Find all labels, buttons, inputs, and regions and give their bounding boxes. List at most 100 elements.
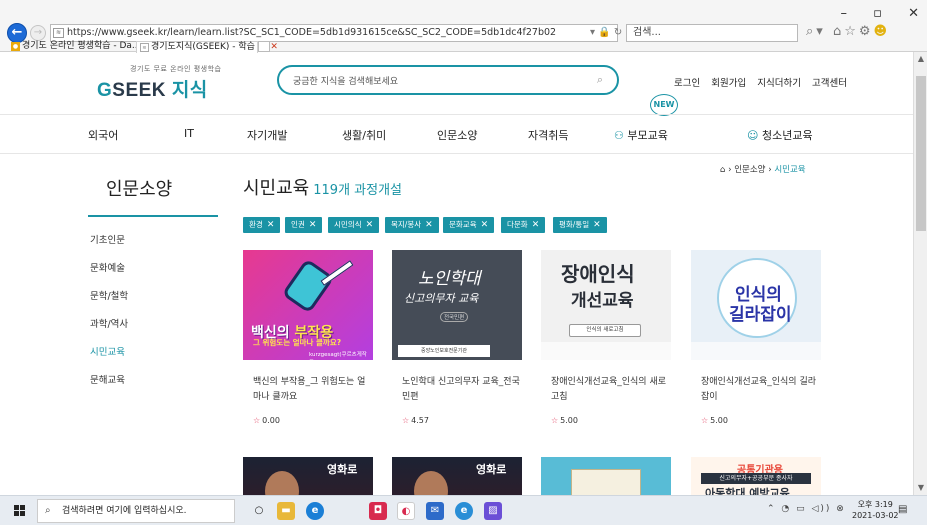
filter-chip[interactable]: 평화/통일 ✕ (553, 217, 607, 233)
app-icon-purple[interactable]: ▨ (484, 502, 502, 520)
tab-close-icon[interactable]: ✕ (270, 42, 278, 52)
remove-icon[interactable]: ✕ (267, 220, 275, 230)
vaccine-vial-icon (281, 258, 335, 314)
scroll-down-icon[interactable]: ▼ (914, 481, 927, 495)
nav-humanities[interactable]: 인문소양 (437, 127, 477, 143)
nav-hobby[interactable]: 생활/취미 (342, 127, 386, 143)
site-search-input[interactable]: 궁금한 지식을 검색해보세요 ⌕ (277, 65, 619, 95)
chalkboard-image (571, 469, 641, 497)
remove-icon[interactable]: ✕ (425, 220, 433, 230)
search-icon: ⌕ (45, 505, 51, 516)
course-title[interactable]: 장애인식개선교육_인식의 길라잡이 (701, 375, 821, 405)
course-thumbnail[interactable]: 공통기관용 신고의무자+공공부문 종사자 아동학대 예방교육 (691, 457, 821, 497)
course-thumbnail[interactable]: 영화로 (392, 457, 522, 497)
sidebar-item-science-history[interactable]: 과학/역사 (90, 316, 128, 330)
app-icon-red[interactable]: ◘ (369, 502, 387, 520)
sidebar-item-basic-humanities[interactable]: 기초인문 (90, 232, 125, 246)
search-icon[interactable]: ⌕ (597, 73, 603, 87)
remove-icon[interactable]: ✕ (593, 220, 601, 230)
address-bar[interactable]: https://www.gseek.kr/learn/learn.list?SC… (50, 24, 618, 42)
clock[interactable]: 오후 3:19 2021-03-02 (852, 499, 899, 521)
rating-value: 5.00 (710, 416, 728, 425)
filter-chip[interactable]: 인권 ✕ (285, 217, 323, 233)
nav-self-dev[interactable]: 자기개발 (247, 127, 287, 143)
home-icon[interactable]: ⌂ (720, 165, 725, 175)
filter-chip[interactable]: 환경 ✕ (243, 217, 281, 233)
logo-g: G (97, 80, 113, 101)
sidebar-item-literacy[interactable]: 문해교육 (90, 372, 125, 386)
taskbar-search-input[interactable]: ⌕ 검색하려면 여기에 입력하십시오. (37, 499, 235, 523)
home-icon[interactable]: ⌂ (833, 24, 844, 39)
search-dropdown-icon[interactable]: ⌕▾ (806, 24, 826, 39)
nav-it[interactable]: IT (184, 127, 194, 140)
course-thumbnail[interactable]: 영화로 (243, 457, 373, 497)
mail-icon[interactable]: ✉ (426, 502, 444, 520)
gear-icon[interactable]: ⚙ (859, 24, 874, 39)
filter-chip[interactable]: 복지/봉사 ✕ (385, 217, 439, 233)
star-icon: ☆ (253, 416, 261, 425)
toolbar-icons[interactable]: ⌕▾ ⌂☆⚙☻ (806, 24, 890, 39)
course-thumbnail[interactable]: 장애인식 개선교육 인식의 새로고침 (541, 250, 671, 360)
site-logo[interactable]: GSEEK 지식 (97, 75, 208, 102)
remove-icon[interactable]: ✕ (366, 220, 374, 230)
favorites-icon[interactable]: ☆ (844, 24, 859, 39)
chip-label: 인권 (291, 220, 305, 229)
file-explorer-icon[interactable]: ▬ (277, 502, 295, 520)
course-title[interactable]: 백신의 부작용_그 위험도는 얼마나 클까요 (253, 375, 373, 405)
page-scrollbar[interactable]: ▲ ▼ (913, 52, 927, 495)
remove-icon[interactable]: ✕ (309, 220, 317, 230)
system-tray[interactable]: ⌃ ◔ ▭ ◁)) ⊗ (767, 504, 846, 514)
internet-explorer-icon[interactable]: e (455, 502, 473, 520)
forward-button[interactable]: → (30, 25, 46, 41)
tab-gseek[interactable]: ≋ 경기도지식(GSEEK) - 학습 ... ✕ (136, 41, 278, 53)
app-icon-chrome[interactable]: ◐ (397, 502, 415, 520)
tab-label: 경기도 온라인 평생학습 - Da... (22, 41, 141, 51)
sidebar-item-culture-arts[interactable]: 문화예술 (90, 260, 125, 274)
scroll-up-icon[interactable]: ▲ (914, 52, 927, 66)
taskbar-search-placeholder: 검색하려면 여기에 입력하십시오. (62, 506, 187, 516)
nav-parent-edu[interactable]: ⚇ 부모교육 (614, 127, 668, 143)
course-thumbnail[interactable]: 백신의 부작용 그 위험도는 얼마나 클까요? kurzgesagt(쿠르츠게작… (243, 250, 373, 360)
remove-icon[interactable]: ✕ (481, 220, 489, 230)
course-thumbnail[interactable] (541, 457, 671, 497)
smiley-icon[interactable]: ☻ (874, 24, 891, 39)
page-title-text: 시민교육 (243, 178, 310, 199)
login-link[interactable]: 로그인 (674, 78, 700, 89)
task-view-icon[interactable]: ○ (250, 502, 268, 520)
course-thumbnail[interactable]: 노인학대 신고의무자 교육 전국민편 중앙노인보호전문기관 (392, 250, 522, 360)
thumb-org: 중앙노인보호전문기관 (398, 345, 490, 357)
breadcrumb-level1[interactable]: 인문소양 (734, 165, 765, 175)
sidebar-title: 인문소양 (106, 179, 173, 200)
back-button[interactable]: ← (7, 23, 27, 43)
remove-icon[interactable]: ✕ (532, 220, 540, 230)
tab-dash[interactable]: ● 경기도 온라인 평생학습 - Da... (8, 41, 141, 53)
nav-youth-edu[interactable]: ☺ 청소년교육 (747, 127, 813, 143)
edge-icon[interactable]: e (306, 502, 324, 520)
browser-search-input[interactable]: 검색... (626, 24, 798, 42)
tab-favicon-icon: ≋ (140, 43, 149, 52)
course-title[interactable]: 노인학대 신고의무자 교육_전국민편 (402, 375, 522, 405)
filter-chip[interactable]: 문화교육 ✕ (443, 217, 495, 233)
maximize-icon: ▫ (873, 6, 882, 21)
nav-certification[interactable]: 자격취득 (528, 127, 568, 143)
course-thumbnail[interactable]: 인식의 길라잡이 (691, 250, 821, 360)
knowledge-plus-link[interactable]: 지식더하기 (757, 78, 801, 89)
notification-icon[interactable]: ▤ (898, 504, 911, 517)
address-tools[interactable]: ▾ 🔒 ↻ (590, 27, 622, 38)
course-title[interactable]: 장애인식개선교육_인식의 새로고침 (551, 375, 671, 405)
thumb-label: 영화로 (327, 463, 358, 476)
sidebar-item-literature[interactable]: 문학/철학 (90, 288, 128, 302)
scroll-thumb[interactable] (916, 76, 926, 231)
new-tab-button[interactable] (258, 41, 270, 52)
window-controls[interactable]: – ▫ ✕ (841, 6, 920, 21)
windows-start-icon[interactable] (14, 505, 26, 517)
signup-link[interactable]: 회원가입 (711, 78, 746, 89)
tab-label: 경기도지식(GSEEK) - 학습 ... (151, 42, 267, 52)
sidebar-item-civic-edu[interactable]: 시민교육 (90, 344, 125, 358)
filter-chip[interactable]: 시민의식 ✕ (328, 217, 380, 233)
thumb-pill: 인식의 새로고침 (569, 324, 641, 337)
support-link[interactable]: 고객센터 (812, 78, 847, 89)
thumb-subline: 신고의무자 교육 (404, 292, 479, 305)
nav-foreign-language[interactable]: 외국어 (88, 127, 118, 143)
filter-chip[interactable]: 다문화 ✕ (501, 217, 546, 233)
